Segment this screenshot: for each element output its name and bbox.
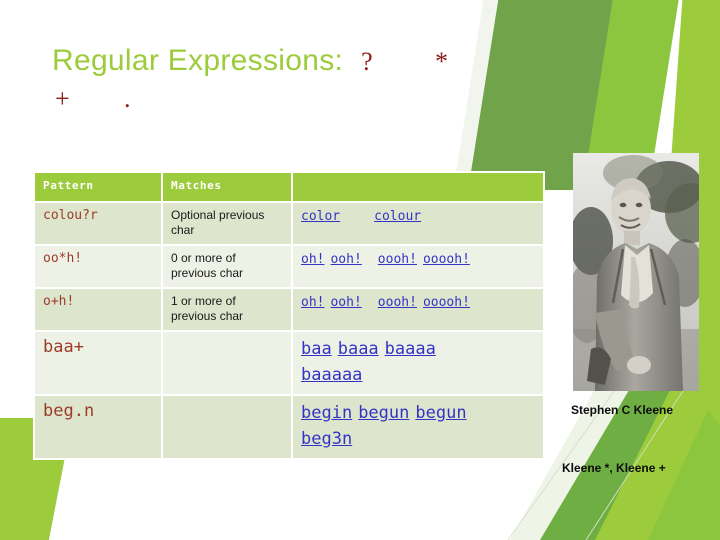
- kleene-photo: [573, 153, 699, 391]
- kleene-operators-caption: Kleene *, Kleene +: [562, 461, 666, 475]
- cell-examples: begin begun begun beg3n: [293, 396, 543, 458]
- title-symbol-dot: .: [124, 84, 131, 113]
- example-link[interactable]: ooooh!: [423, 252, 470, 267]
- table-row: o+h! 1 or more of previous char oh! ooh! o…: [35, 289, 543, 330]
- example-link[interactable]: baaaa: [385, 339, 436, 359]
- table-row: colou?r Optional previous char color colo…: [35, 203, 543, 244]
- example-link[interactable]: colour: [374, 209, 421, 224]
- slide-canvas: Regular Expressions:? * + . Pattern Match…: [0, 0, 720, 540]
- cell-matches: 0 or more of previous char: [163, 246, 291, 287]
- example-link[interactable]: begin: [301, 403, 352, 423]
- cell-pattern: baa+: [35, 332, 161, 394]
- example-link[interactable]: oooh!: [378, 295, 417, 310]
- example-link[interactable]: color: [301, 209, 340, 224]
- cell-pattern: colou?r: [35, 203, 161, 244]
- example-link[interactable]: oh!: [301, 252, 324, 267]
- cell-pattern: beg.n: [35, 396, 161, 458]
- example-link[interactable]: begun: [415, 403, 466, 423]
- title-symbols-row-2: + .: [52, 84, 672, 116]
- regex-table: Pattern Matches colou?r Optional previou…: [33, 171, 545, 460]
- column-header-pattern: Pattern: [35, 173, 161, 201]
- example-link[interactable]: oooh!: [378, 252, 417, 267]
- column-header-matches: Matches: [163, 173, 291, 201]
- example-link[interactable]: ooh!: [330, 252, 361, 267]
- page-title-text: Regular Expressions:: [52, 44, 344, 77]
- table-header-row: Pattern Matches: [35, 173, 543, 201]
- title-symbol-plus: +: [55, 84, 70, 113]
- example-link[interactable]: baa: [301, 339, 332, 359]
- table-row: oo*h! 0 or more of previous char oh! ooh!…: [35, 246, 543, 287]
- example-link[interactable]: baaaaa: [301, 365, 362, 385]
- cell-matches: [163, 332, 291, 394]
- example-link[interactable]: ooh!: [330, 295, 361, 310]
- photo-caption-text: Stephen C Kleene: [571, 403, 674, 417]
- cell-matches: [163, 396, 291, 458]
- column-header-examples: [293, 173, 543, 201]
- cell-matches: Optional previous char: [163, 203, 291, 244]
- example-link[interactable]: ooooh!: [423, 295, 470, 310]
- title-symbol-asterisk: *: [434, 47, 449, 76]
- cell-examples: oh! ooh! oooh! ooooh!: [293, 289, 543, 330]
- cell-matches: 1 or more of previous char: [163, 289, 291, 330]
- example-link[interactable]: begun: [358, 403, 409, 423]
- title-block: Regular Expressions:? * + .: [52, 44, 672, 116]
- cell-pattern: o+h!: [35, 289, 161, 330]
- cell-pattern: oo*h!: [35, 246, 161, 287]
- cell-examples: oh! ooh! oooh! ooooh!: [293, 246, 543, 287]
- table-row: beg.n begin begun begun beg3n: [35, 396, 543, 458]
- table-row: baa+ baa baaa baaaa baaaaa: [35, 332, 543, 394]
- example-link[interactable]: beg3n: [301, 429, 352, 449]
- photo-caption: Stephen C Kleene: [571, 403, 673, 417]
- example-link[interactable]: oh!: [301, 295, 324, 310]
- example-link[interactable]: baaa: [338, 339, 379, 359]
- page-title: Regular Expressions:? *: [52, 44, 672, 78]
- cell-examples: color colour: [293, 203, 543, 244]
- cell-examples: baa baaa baaaa baaaaa: [293, 332, 543, 394]
- title-symbol-question-mark: ?: [361, 47, 373, 76]
